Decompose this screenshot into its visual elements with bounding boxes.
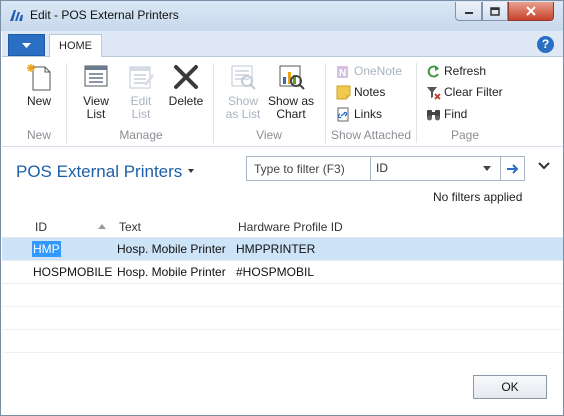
maximize-button[interactable] [482,2,508,21]
delete-button[interactable]: Delete [165,62,207,108]
group-label-show-attached: Show Attached [330,128,412,142]
new-document-icon [27,64,51,91]
view-list-label-line2: List [86,107,106,121]
onenote-button[interactable]: N OneNote [336,62,402,80]
maximize-icon [490,6,500,16]
links-icon [337,107,349,121]
ok-button[interactable]: OK [473,375,547,399]
clear-filter-icon [427,86,441,100]
dropdown-arrow-icon [22,42,31,48]
sort-ascending-icon [98,224,106,229]
refresh-label: Refresh [444,64,487,78]
find-button[interactable]: Find [426,105,467,123]
cell-hardware-profile-id[interactable]: HMPPRINTER [236,242,315,256]
delete-icon [174,65,198,89]
notes-label: Notes [354,85,386,99]
edit-list-button[interactable]: Edit List [121,62,161,121]
window-title: Edit - POS External Printers [30,8,179,22]
links-button[interactable]: Links [336,105,382,123]
onenote-label: OneNote [354,64,403,78]
group-label-view: View [256,128,282,142]
column-header-text[interactable]: Text [119,220,141,234]
app-logo-icon [10,10,23,21]
ribbon-separator [325,63,326,143]
page-title[interactable]: POS External Printers [16,162,182,182]
cell-hardware-profile-id[interactable]: #HOSPMOBIL [236,265,314,279]
links-label: Links [354,107,383,121]
onenote-icon: N [337,65,348,79]
application-menu-button[interactable] [8,34,45,56]
find-label: Find [444,107,468,121]
chevron-down-icon[interactable] [483,166,491,171]
show-as-chart-label-line2: Chart [276,107,306,121]
cell-text[interactable]: Hosp. Mobile Printer [117,265,226,279]
new-button[interactable]: New [16,62,62,108]
cell-id[interactable]: HOSPMOBILE [33,265,112,279]
ribbon-separator [66,63,67,143]
arrow-right-icon [506,163,518,174]
title-bar[interactable]: Edit - POS External Printers [1,1,563,31]
refresh-button[interactable]: Refresh [426,62,486,80]
empty-row [2,330,563,353]
show-as-list-button[interactable]: Show as List [222,62,264,121]
edit-list-label-line2: List [131,107,151,121]
empty-row [2,307,563,330]
collapse-chevron-icon[interactable] [538,162,550,170]
find-icon [427,109,440,120]
close-icon [526,6,536,16]
table-row[interactable]: HMP Hosp. Mobile Printer HMPPRINTER [2,238,563,261]
svg-text:N: N [339,68,346,79]
view-list-icon [84,65,108,87]
ribbon-separator [213,63,214,143]
column-header-hardware-profile-id[interactable]: Hardware Profile ID [238,220,343,234]
clear-filter-button[interactable]: Clear Filter [426,83,503,101]
apply-filter-button[interactable] [500,157,524,180]
clear-filter-label: Clear Filter [444,85,503,99]
title-dropdown-icon[interactable] [188,169,194,173]
dialog-window: Edit - POS External Printers HOME ? New … [0,0,564,416]
edit-list-icon [129,66,154,89]
minimize-button[interactable] [455,2,482,21]
filter-status: No filters applied [433,190,523,204]
grid-header: ID Text Hardware Profile ID [2,216,563,238]
tab-home[interactable]: HOME [49,34,102,58]
show-as-list-icon [231,65,256,90]
ribbon-separator [416,63,417,143]
group-label-new: New [26,128,51,142]
new-button-label: New [26,94,51,108]
empty-row [2,284,563,307]
refresh-icon [427,65,439,77]
notes-icon [336,85,351,99]
close-button[interactable] [508,2,554,21]
help-icon[interactable]: ? [537,36,554,53]
minimize-icon [464,12,473,14]
cell-text[interactable]: Hosp. Mobile Printer [117,242,226,256]
view-list-button[interactable]: View List [75,62,117,121]
filter-field-value: ID [376,161,388,175]
table-row[interactable]: HOSPMOBILE Hosp. Mobile Printer #HOSPMOB… [2,261,563,284]
group-label-manage: Manage [119,128,163,142]
data-grid: ID Text Hardware Profile ID HMP Hosp. Mo… [2,216,563,376]
show-as-list-label-line2: as List [225,107,261,121]
filter-input[interactable] [247,157,371,180]
filter-bar: ID [246,156,525,181]
notes-button[interactable]: Notes [336,83,385,101]
show-as-chart-icon [279,65,305,90]
group-label-page: Page [450,128,480,142]
ribbon: New New View List Edit List Delete Manag… [2,57,563,147]
filter-field-select[interactable]: ID [372,157,500,180]
column-header-id[interactable]: ID [35,220,47,234]
delete-button-label: Delete [168,94,204,108]
cell-id[interactable]: HMP [32,241,61,257]
show-as-chart-button[interactable]: Show as Chart [266,62,316,121]
